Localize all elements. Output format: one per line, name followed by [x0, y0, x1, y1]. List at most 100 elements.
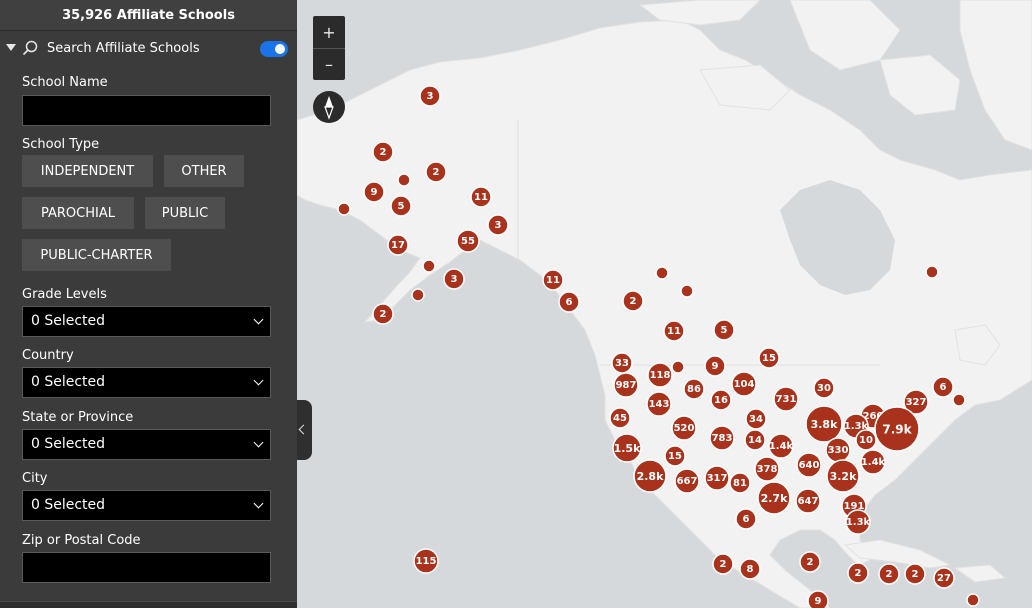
cluster-marker[interactable]: 118: [647, 362, 673, 388]
cluster-circle[interactable]: [411, 288, 425, 302]
school-type-public-charter-button[interactable]: PUBLIC-CHARTER: [22, 239, 171, 271]
cluster-marker[interactable]: 6: [558, 291, 580, 313]
cluster-marker[interactable]: 987: [613, 372, 639, 398]
cluster-marker[interactable]: 1.5k: [612, 433, 642, 463]
cluster-marker[interactable]: 81: [729, 472, 751, 494]
cluster-circle[interactable]: [952, 393, 966, 407]
cluster-marker[interactable]: 2: [904, 563, 926, 585]
school-type-public-button[interactable]: PUBLIC: [145, 197, 225, 229]
cluster-marker[interactable]: [397, 173, 411, 187]
cluster-circle[interactable]: [422, 259, 436, 273]
cluster-marker[interactable]: 45: [609, 407, 631, 429]
grade-levels-select[interactable]: 0 Selected: [22, 306, 271, 337]
cluster-marker[interactable]: [966, 593, 980, 607]
cluster-marker[interactable]: 3: [443, 268, 465, 290]
cluster-marker[interactable]: [422, 259, 436, 273]
cluster-marker[interactable]: 3.2k: [826, 459, 860, 493]
cluster-marker[interactable]: 2: [372, 141, 394, 163]
cluster-marker[interactable]: [925, 265, 939, 279]
cluster-marker[interactable]: 1.4k: [860, 449, 886, 475]
cluster-marker[interactable]: [671, 360, 685, 374]
cluster-marker[interactable]: 647: [795, 488, 821, 514]
cluster-marker[interactable]: 14: [744, 429, 766, 451]
cluster-circle[interactable]: [671, 360, 685, 374]
cluster-marker[interactable]: 317: [704, 465, 730, 491]
cluster-marker[interactable]: 667: [674, 468, 700, 494]
cluster-marker[interactable]: 15: [758, 347, 780, 369]
cluster-circle[interactable]: [397, 173, 411, 187]
cluster-marker[interactable]: 104: [731, 371, 757, 397]
compass-button[interactable]: [313, 91, 345, 123]
cluster-marker[interactable]: 15: [664, 445, 686, 467]
cluster-marker[interactable]: 3: [419, 85, 441, 107]
zip-input[interactable]: [22, 552, 271, 583]
cluster-marker[interactable]: 34: [745, 408, 767, 430]
city-select[interactable]: 0 Selected: [22, 490, 271, 521]
cluster-marker[interactable]: 143: [646, 391, 672, 417]
cluster-marker[interactable]: 2.7k: [757, 481, 791, 515]
cluster-marker[interactable]: 9: [704, 355, 726, 377]
cluster-marker[interactable]: 27: [933, 567, 955, 589]
collapse-sidebar-button[interactable]: [297, 400, 312, 460]
cluster-circle[interactable]: [337, 202, 351, 216]
school-type-parochial-button[interactable]: PAROCHIAL: [22, 197, 134, 229]
cluster-marker[interactable]: 2: [847, 562, 869, 584]
cluster-marker[interactable]: 378: [754, 456, 780, 482]
zoom-in-button[interactable]: +: [313, 16, 345, 49]
cluster-circle[interactable]: [925, 265, 939, 279]
cluster-marker[interactable]: 1.3k: [845, 509, 871, 535]
cluster-marker[interactable]: 2: [425, 161, 447, 183]
cluster-marker[interactable]: 9: [363, 181, 385, 203]
cluster-marker[interactable]: 2: [799, 551, 821, 573]
search-section-header[interactable]: Search Affiliate Schools: [0, 31, 297, 67]
cluster-marker[interactable]: 640: [796, 452, 822, 478]
cluster-marker[interactable]: 731: [773, 386, 799, 412]
school-type-independent-button[interactable]: INDEPENDENT: [22, 155, 153, 187]
cluster-marker[interactable]: 2: [878, 563, 900, 585]
cluster-marker[interactable]: [411, 288, 425, 302]
cluster-marker[interactable]: 11: [542, 269, 564, 291]
cluster-marker[interactable]: 2: [712, 553, 734, 575]
cluster-marker[interactable]: 17: [387, 234, 409, 256]
cluster-marker[interactable]: 33: [611, 352, 633, 374]
cluster-marker[interactable]: 2.8k: [633, 459, 667, 493]
cluster-marker[interactable]: 10: [855, 429, 877, 451]
country-select[interactable]: 0 Selected: [22, 367, 271, 398]
cluster-marker[interactable]: 55: [456, 229, 480, 253]
cluster-marker[interactable]: 115: [413, 548, 439, 574]
cluster-marker[interactable]: 5: [713, 319, 735, 341]
zoom-out-button[interactable]: –: [313, 48, 345, 80]
cluster-marker[interactable]: 5: [390, 195, 412, 217]
cluster-marker[interactable]: 16: [710, 389, 732, 411]
cluster-marker[interactable]: 11: [470, 186, 492, 208]
cluster-marker[interactable]: 2: [372, 303, 394, 325]
school-name-input[interactable]: [22, 95, 271, 126]
cluster-marker[interactable]: 330: [825, 437, 851, 463]
search-toggle[interactable]: [260, 41, 288, 57]
cluster-marker[interactable]: 86: [683, 378, 705, 400]
cluster-marker[interactable]: 30: [813, 377, 835, 399]
cluster-circle[interactable]: [680, 284, 694, 298]
cluster-marker[interactable]: 7.9k: [874, 406, 920, 452]
cluster-circle[interactable]: [655, 266, 669, 280]
cluster-marker[interactable]: 520: [671, 415, 697, 441]
state-select[interactable]: 0 Selected: [22, 429, 271, 460]
cluster-marker[interactable]: 2: [622, 290, 644, 312]
cluster-marker[interactable]: [952, 393, 966, 407]
cluster-marker[interactable]: 3.8k: [805, 405, 843, 443]
cluster-marker[interactable]: 6: [932, 376, 954, 398]
school-type-other-button[interactable]: OTHER: [164, 155, 244, 187]
cluster-marker[interactable]: 8: [739, 558, 761, 580]
cluster-marker[interactable]: 3: [487, 214, 509, 236]
cluster-marker[interactable]: 11: [663, 320, 685, 342]
cluster-marker[interactable]: 1.4k: [768, 433, 794, 459]
cluster-circle[interactable]: [966, 593, 980, 607]
cluster-marker[interactable]: [337, 202, 351, 216]
cluster-marker[interactable]: 9: [807, 590, 829, 608]
cluster-marker[interactable]: 6: [735, 508, 757, 530]
caret-down-icon[interactable]: [6, 44, 16, 51]
cluster-marker[interactable]: 783: [709, 425, 735, 451]
cluster-marker[interactable]: [680, 284, 694, 298]
cluster-marker[interactable]: [655, 266, 669, 280]
cluster-count-label: 8: [747, 564, 754, 575]
